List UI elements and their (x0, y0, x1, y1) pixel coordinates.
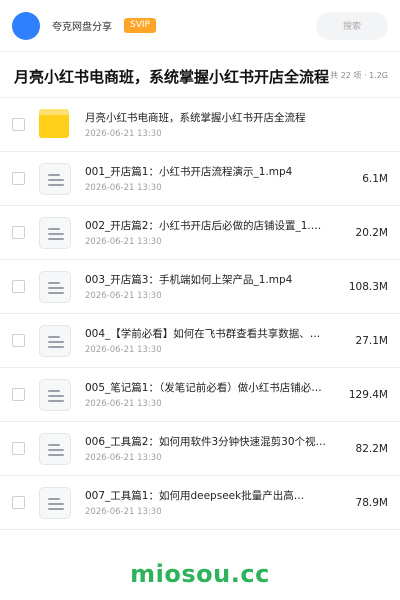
list-item[interactable]: 月亮小红书电商班，系统掌握小红书开店全流程 2026-06-21 13:30 (0, 98, 400, 152)
file-size: 82.2M (355, 442, 388, 455)
file-size: 20.2M (355, 226, 388, 239)
file-name: 004_【学前必看】如何在飞书群查看共享数据、资料… (85, 328, 329, 340)
file-name: 月亮小红书电商班，系统掌握小红书开店全流程 (85, 112, 306, 124)
list-item[interactable]: 005_笔记篇1：（发笔记前必看）做小红书店铺必须… 2026-06-21 13… (0, 368, 400, 422)
file-icon (39, 270, 71, 303)
avatar[interactable] (12, 11, 40, 40)
file-date: 2026-06-21 13:30 (85, 345, 162, 355)
row-checkbox[interactable] (12, 226, 25, 239)
page-title: 月亮小红书电商班，系统掌握小红书开店全流程 (14, 68, 330, 86)
row-checkbox[interactable] (12, 334, 25, 347)
row-checkbox[interactable] (12, 388, 25, 401)
row-checkbox[interactable] (12, 172, 25, 185)
file-name: 002_开店篇2：小红书开店后必做的店铺设置_1.… (85, 220, 322, 232)
share-title-bar: 月亮小红书电商班，系统掌握小红书开店全流程 共 22 项 · 1.2G (0, 52, 400, 98)
file-name: 003_开店篇3：手机端如何上架产品_1.mp4 (85, 274, 293, 286)
file-date: 2026-06-21 13:30 (85, 399, 162, 409)
svip-badge: SVIP (124, 18, 156, 33)
file-icon (39, 162, 71, 195)
brand-label: 夸克网盘分享 (52, 22, 112, 33)
file-size: 129.4M (348, 388, 388, 401)
file-icon (39, 486, 71, 519)
file-size: 27.1M (355, 334, 388, 347)
file-date: 2026-06-21 13:30 (85, 129, 162, 139)
header-bar: 夸克网盘分享 SVIP 搜索 (0, 0, 400, 52)
list-item[interactable]: 004_【学前必看】如何在飞书群查看共享数据、资料… 2026-06-21 13… (0, 314, 400, 368)
file-date: 2026-06-21 13:30 (85, 183, 162, 193)
row-checkbox[interactable] (12, 280, 25, 293)
file-icon (39, 378, 71, 411)
file-list: 月亮小红书电商班，系统掌握小红书开店全流程 2026-06-21 13:30 0… (0, 98, 400, 530)
file-name: 006_工具篇2：如何用软件3分钟快速混剪30个视… (85, 436, 327, 448)
file-date: 2026-06-21 13:30 (85, 507, 162, 517)
file-date: 2026-06-21 13:30 (85, 237, 162, 247)
search-input[interactable]: 搜索 (316, 11, 388, 40)
file-name: 005_笔记篇1：（发笔记前必看）做小红书店铺必须… (85, 382, 329, 394)
watermark: miosou.cc (130, 560, 270, 588)
list-item[interactable]: 007_工具篇1：如何用deepseek批量产出高… 2026-06-21 13… (0, 476, 400, 530)
file-size: 78.9M (355, 496, 388, 509)
row-checkbox[interactable] (12, 496, 25, 509)
file-date: 2026-06-21 13:30 (85, 453, 162, 463)
list-item[interactable]: 006_工具篇2：如何用软件3分钟快速混剪30个视… 2026-06-21 13… (0, 422, 400, 476)
row-checkbox[interactable] (12, 442, 25, 455)
file-date: 2026-06-21 13:30 (85, 291, 162, 301)
file-icon (39, 432, 71, 465)
file-name: 001_开店篇1：小红书开店流程演示_1.mp4 (85, 166, 293, 178)
row-checkbox[interactable] (12, 118, 25, 131)
file-size: 6.1M (362, 172, 388, 185)
list-item[interactable]: 002_开店篇2：小红书开店后必做的店铺设置_1.… 2026-06-21 13… (0, 206, 400, 260)
file-size: 108.3M (348, 280, 388, 293)
list-item[interactable]: 003_开店篇3：手机端如何上架产品_1.mp4 2026-06-21 13:3… (0, 260, 400, 314)
list-item[interactable]: 001_开店篇1：小红书开店流程演示_1.mp4 2026-06-21 13:3… (0, 152, 400, 206)
file-icon (39, 324, 71, 357)
share-meta: 共 22 项 · 1.2G (330, 70, 388, 81)
file-name: 007_工具篇1：如何用deepseek批量产出高… (85, 490, 305, 502)
file-icon (39, 216, 71, 249)
folder-icon (39, 108, 71, 141)
